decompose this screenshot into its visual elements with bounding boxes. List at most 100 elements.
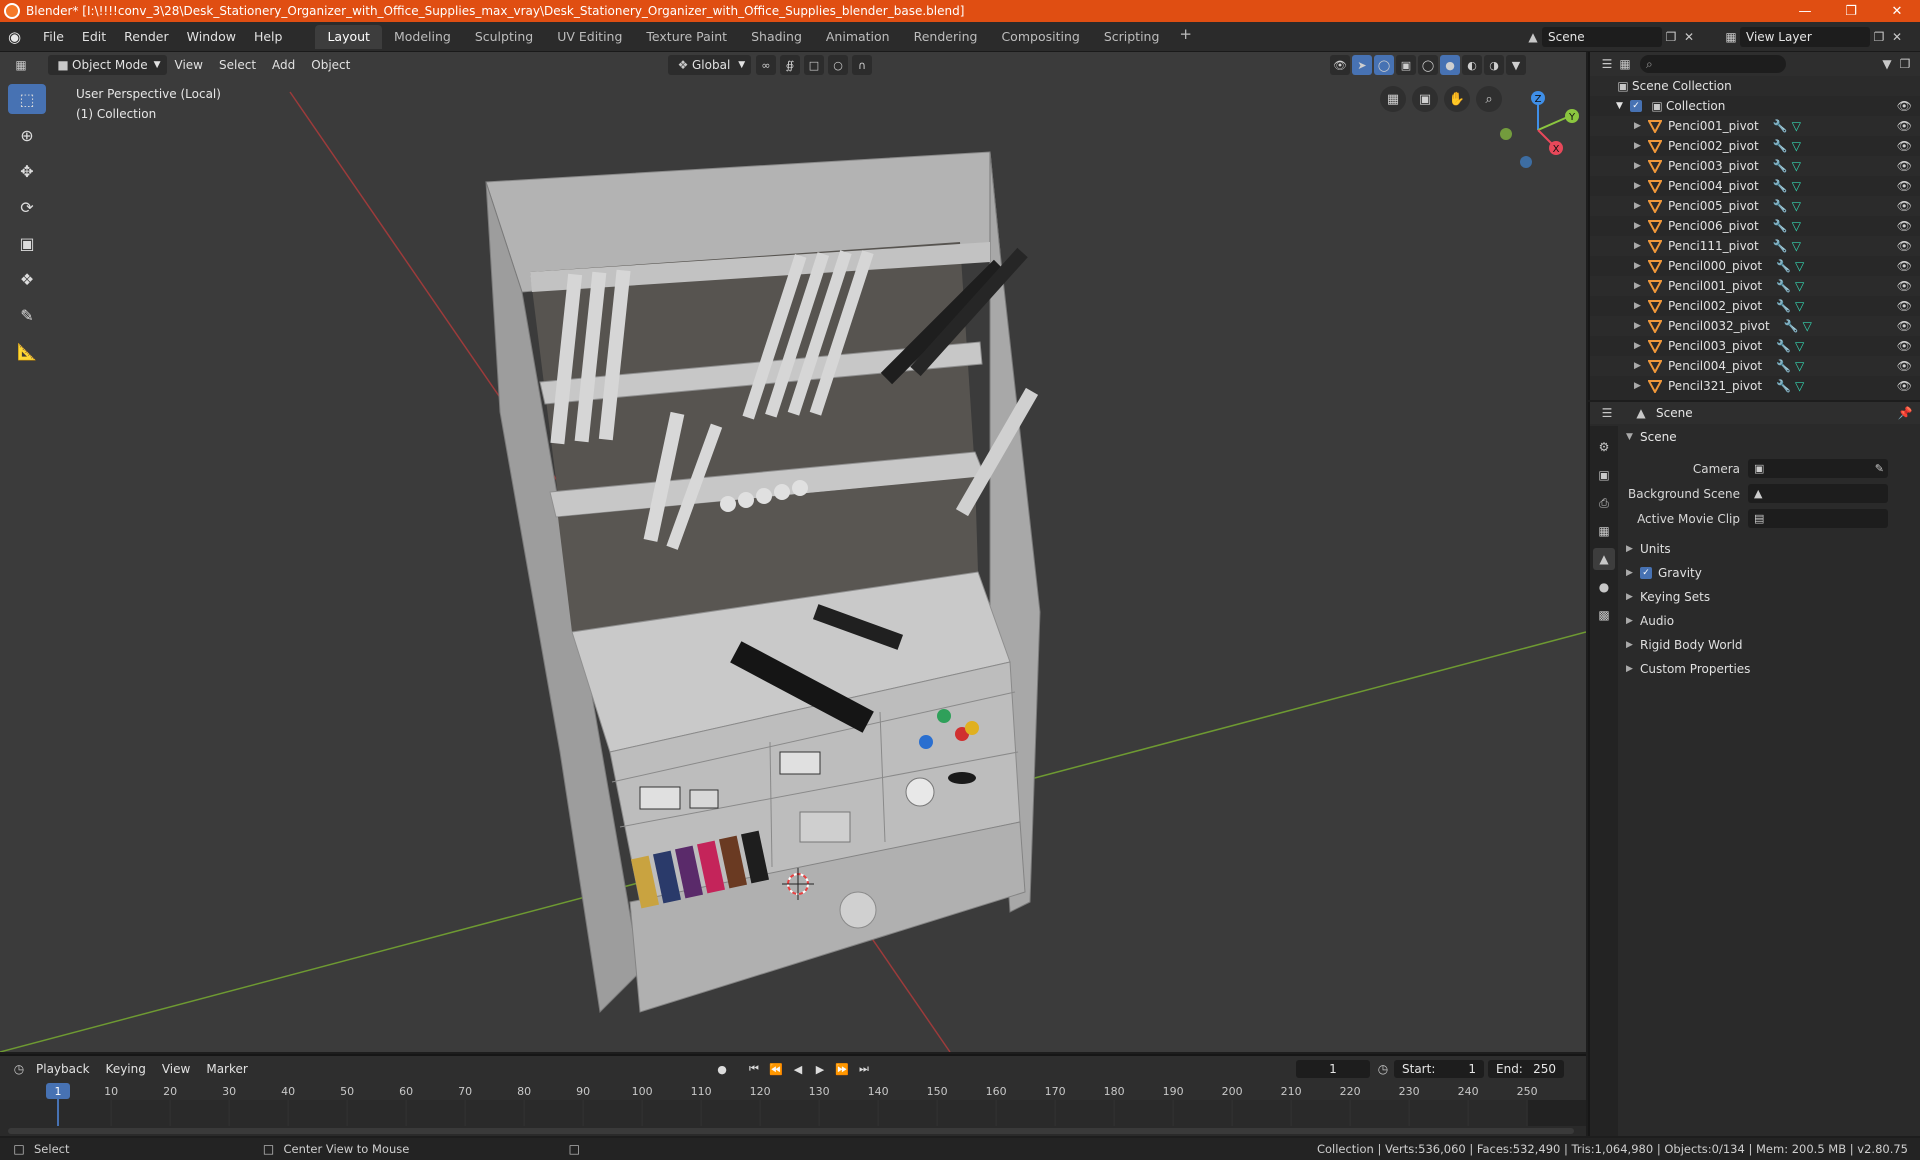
modifier-wrench-icon[interactable]: 🔧: [1776, 299, 1791, 313]
outliner-object-row[interactable]: ▶ Pencil003_pivot 🔧 ▽ 👁: [1590, 336, 1920, 356]
sharpener[interactable]: [799, 811, 851, 843]
scene-collection-row[interactable]: ▣ Scene Collection: [1590, 76, 1920, 96]
outliner-object-row[interactable]: ▶ Penci006_pivot 🔧 ▽ 👁: [1590, 216, 1920, 236]
modifier-wrench-icon[interactable]: 🔧: [1776, 379, 1791, 393]
rigid-body-world-panel[interactable]: ▶ Rigid Body World: [1620, 633, 1920, 657]
modifier-wrench-icon[interactable]: 🔧: [1773, 219, 1788, 233]
visibility-icon[interactable]: 👁: [1330, 55, 1350, 75]
timeline-scrollbar[interactable]: [8, 1128, 1574, 1134]
toggle-grid-icon[interactable]: ▦: [1380, 86, 1406, 112]
timeline-menu-keying[interactable]: Keying: [98, 1062, 154, 1076]
restore-icon[interactable]: ❐: [1828, 0, 1874, 22]
pivot-point-icon[interactable]: ∞: [756, 55, 776, 75]
object-mode-dropdown[interactable]: ■ Object Mode ▼: [48, 55, 167, 75]
viewport-menu-object[interactable]: Object: [303, 58, 358, 72]
menu-help[interactable]: Help: [245, 29, 292, 44]
move-tool-icon[interactable]: ✥: [8, 156, 46, 186]
outliner-object-row[interactable]: ▶ Penci003_pivot 🔧 ▽ 👁: [1590, 156, 1920, 176]
viewport-menu-view[interactable]: View: [167, 58, 211, 72]
outliner-object-row[interactable]: ▶ Pencil321_pivot 🔧 ▽ 👁: [1590, 376, 1920, 396]
outliner-object-row[interactable]: ▶ Pencil004_pivot 🔧 ▽ 👁: [1590, 356, 1920, 376]
timeline-menu-view[interactable]: View: [154, 1062, 198, 1076]
jump-start-icon[interactable]: ⏮: [744, 1060, 764, 1078]
menu-render[interactable]: Render: [115, 29, 178, 44]
tab-compositing[interactable]: Compositing: [989, 25, 1091, 49]
modifier-wrench-icon[interactable]: 🔧: [1773, 239, 1788, 253]
modifier-wrench-icon[interactable]: 🔧: [1773, 179, 1788, 193]
outliner-object-row[interactable]: ▶ Penci004_pivot 🔧 ▽ 👁: [1590, 176, 1920, 196]
scene-selector[interactable]: ▲ Scene ❐ ✕: [1524, 26, 1702, 48]
mesh-data-icon[interactable]: ▽: [1792, 199, 1801, 213]
tab-texture-paint[interactable]: Texture Paint: [634, 25, 739, 49]
viewport-menu-select[interactable]: Select: [211, 58, 264, 72]
scale-tool-icon[interactable]: ▣: [8, 228, 46, 258]
camera-view-icon[interactable]: ▣: [1412, 86, 1438, 112]
pan-hand-icon[interactable]: ✋: [1444, 86, 1470, 112]
scene-panel-header[interactable]: ▼ Scene: [1620, 426, 1920, 448]
eye-icon[interactable]: 👁: [1897, 279, 1912, 293]
blender-menu-icon[interactable]: ◉: [8, 27, 34, 47]
properties-editor-icon[interactable]: ☰: [1598, 404, 1616, 422]
tab-layout[interactable]: Layout: [315, 24, 382, 49]
modifier-wrench-icon[interactable]: 🔧: [1773, 199, 1788, 213]
eye-icon[interactable]: 👁: [1897, 159, 1912, 173]
new-scene-icon[interactable]: ❐: [1662, 28, 1680, 46]
scene-tab-icon[interactable]: ▲: [1593, 548, 1615, 570]
expand-arrow-icon[interactable]: ▶: [1634, 241, 1648, 251]
expand-arrow-icon[interactable]: ▶: [1634, 381, 1648, 391]
eye-icon[interactable]: 👁: [1897, 99, 1912, 113]
gizmo-neg-z-axis[interactable]: [1520, 156, 1532, 168]
tab-rendering[interactable]: Rendering: [902, 25, 990, 49]
delete-scene-icon[interactable]: ✕: [1680, 28, 1698, 46]
menu-window[interactable]: Window: [178, 29, 245, 44]
modifier-wrench-icon[interactable]: 🔧: [1784, 319, 1799, 333]
filter-icon[interactable]: ▼: [1878, 55, 1896, 73]
expand-arrow-icon[interactable]: ▶: [1634, 321, 1648, 331]
jump-end-icon[interactable]: ⏭: [854, 1060, 874, 1078]
modifier-wrench-icon[interactable]: 🔧: [1773, 159, 1788, 173]
eye-icon[interactable]: 👁: [1897, 339, 1912, 353]
timeline-editor-icon[interactable]: ◷: [10, 1060, 28, 1078]
eye-icon[interactable]: 👁: [1897, 239, 1912, 253]
pin-icon[interactable]: 📌: [1896, 404, 1914, 422]
mesh-data-icon[interactable]: ▽: [1792, 219, 1801, 233]
background-scene-field[interactable]: ▲: [1748, 484, 1888, 503]
modifier-wrench-icon[interactable]: 🔧: [1776, 259, 1791, 273]
overlays-toggle-icon[interactable]: ◯: [1374, 55, 1394, 75]
units-panel[interactable]: ▶ Units: [1620, 537, 1920, 561]
world-tab-icon[interactable]: ●: [1593, 576, 1615, 598]
modifier-wrench-icon[interactable]: 🔧: [1776, 279, 1791, 293]
play-icon[interactable]: ▶: [810, 1060, 830, 1078]
custom-properties-panel[interactable]: ▶ Custom Properties: [1620, 657, 1920, 681]
rendered-shading-icon[interactable]: ◑: [1484, 55, 1504, 75]
mesh-data-icon[interactable]: ▽: [1792, 239, 1801, 253]
eye-icon[interactable]: 👁: [1897, 299, 1912, 313]
proportional-edit-icon[interactable]: ○: [828, 55, 848, 75]
tool-tab-icon[interactable]: ⚙: [1593, 436, 1615, 458]
outliner-object-row[interactable]: ▶ Penci001_pivot 🔧 ▽ 👁: [1590, 116, 1920, 136]
display-mode-icon[interactable]: ▦: [1616, 55, 1634, 73]
xray-toggle-icon[interactable]: ▣: [1396, 55, 1416, 75]
view-layer-selector[interactable]: ▦ View Layer ❐ ✕: [1722, 26, 1916, 48]
mesh-data-icon[interactable]: ▽: [1792, 119, 1801, 133]
editor-type-icon[interactable]: ▦: [12, 56, 30, 74]
outliner-editor-icon[interactable]: ☰: [1598, 55, 1616, 73]
tab-scripting[interactable]: Scripting: [1092, 25, 1172, 49]
eye-icon[interactable]: 👁: [1897, 219, 1912, 233]
cursor-tool-icon[interactable]: ⊕: [8, 120, 46, 150]
tab-sculpting[interactable]: Sculpting: [463, 25, 545, 49]
tab-shading[interactable]: Shading: [739, 25, 814, 49]
gravity-checkbox[interactable]: ✓: [1640, 567, 1652, 579]
timeline-menu-marker[interactable]: Marker: [198, 1062, 255, 1076]
mesh-data-icon[interactable]: ▽: [1792, 139, 1801, 153]
play-reverse-icon[interactable]: ◀: [788, 1060, 808, 1078]
expand-arrow-icon[interactable]: ▶: [1634, 261, 1648, 271]
outliner-object-row[interactable]: ▶ Pencil0032_pivot 🔧 ▽ 👁: [1590, 316, 1920, 336]
mesh-data-icon[interactable]: ▽: [1795, 379, 1804, 393]
mesh-data-icon[interactable]: ▽: [1795, 279, 1804, 293]
eye-icon[interactable]: 👁: [1897, 179, 1912, 193]
expand-arrow-icon[interactable]: ▶: [1634, 301, 1648, 311]
menu-edit[interactable]: Edit: [73, 29, 115, 44]
expand-arrow-icon[interactable]: ▼: [1616, 101, 1630, 111]
annotate-tool-icon[interactable]: ✎: [8, 300, 46, 330]
